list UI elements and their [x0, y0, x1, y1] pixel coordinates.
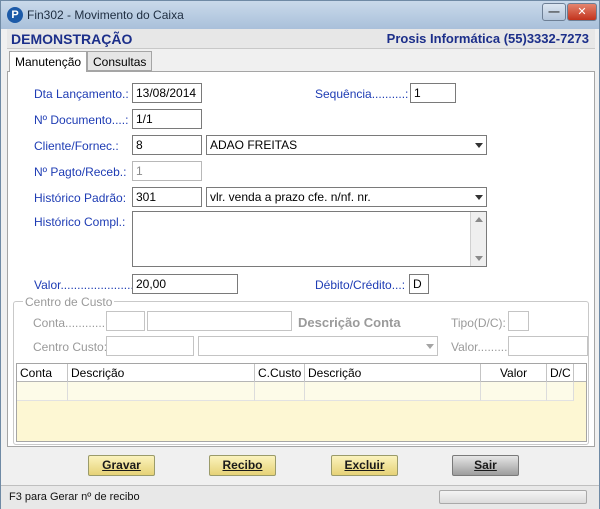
grid-cell[interactable]	[547, 382, 574, 401]
scroll-down-icon[interactable]	[475, 256, 483, 261]
brand-bar: DEMONSTRAÇÃO Prosis Informática (55)3332…	[7, 29, 595, 49]
account-name-field	[147, 311, 292, 331]
history-label: Histórico Padrão:	[34, 191, 127, 205]
tab-manutencao[interactable]: Manutenção	[9, 51, 88, 72]
sequence-field[interactable]: 1	[410, 83, 456, 103]
type-field	[508, 311, 529, 331]
history-code-field[interactable]: 301	[132, 187, 202, 207]
status-bar: F3 para Gerar nº de recibo	[1, 485, 599, 509]
window-title: Fin302 - Movimento do Caixa	[27, 8, 184, 22]
grid-header-conta[interactable]: Conta	[17, 364, 68, 382]
history-compl-label: Histórico Compl.:	[34, 215, 126, 229]
close-button[interactable]: ✕	[567, 3, 597, 21]
textarea-scrollbar[interactable]	[470, 212, 486, 266]
history-select-value: vlr. venda a prazo cfe. n/nf. nr.	[210, 190, 371, 204]
cost-center-label: Centro Custo:	[33, 340, 108, 354]
chevron-down-icon	[475, 143, 483, 148]
vendor-contact: Prosis Informática (55)3332-7273	[386, 31, 589, 46]
grid-header-descricao2[interactable]: Descrição	[305, 364, 481, 382]
delete-button[interactable]: Excluir	[331, 455, 398, 476]
grid-header-valor[interactable]: Valor	[481, 364, 547, 382]
cost-center-code-field	[106, 336, 194, 356]
date-field[interactable]: 13/08/2014	[132, 83, 202, 103]
app-icon: P	[7, 7, 23, 23]
grid-cell[interactable]	[255, 382, 305, 401]
minimize-button[interactable]: —	[542, 3, 566, 21]
cc-value-field	[508, 336, 588, 356]
cost-center-title: Centro de Custo	[23, 295, 115, 309]
grid-header-dc[interactable]: D/C	[547, 364, 574, 382]
type-label: Tipo(D/C):	[451, 316, 506, 330]
title-bar: P Fin302 - Movimento do Caixa — ✕	[1, 1, 599, 29]
history-compl-textarea[interactable]	[132, 211, 487, 267]
value-field[interactable]: 20,00	[132, 274, 238, 294]
scroll-up-icon[interactable]	[475, 217, 483, 222]
debit-credit-field[interactable]: D	[409, 274, 429, 294]
client-select[interactable]: ADAO FREITAS	[206, 135, 487, 155]
client-code-field[interactable]: 8	[132, 135, 202, 155]
date-label: Dta Lançamento.:	[34, 87, 129, 101]
company-label: DEMONSTRAÇÃO	[11, 31, 133, 47]
cost-center-grid[interactable]: Conta Descrição C.Custo Descrição Valor …	[16, 363, 587, 442]
debit-credit-label: Débito/Crédito...:	[315, 278, 406, 292]
grid-header-ccusto[interactable]: C.Custo	[255, 364, 305, 382]
value-label: Valor.......................:	[34, 278, 141, 292]
grid-cell[interactable]	[17, 382, 68, 401]
cc-value-label: Valor.........:	[451, 340, 511, 354]
exit-button[interactable]: Sair	[452, 455, 519, 476]
receipt-button[interactable]: Recibo	[209, 455, 276, 476]
progress-bar	[439, 490, 587, 504]
grid-header: Conta Descrição C.Custo Descrição Valor …	[17, 364, 586, 382]
save-button[interactable]: Gravar	[88, 455, 155, 476]
grid-cell[interactable]	[305, 382, 481, 401]
client-label: Cliente/Fornec.:	[34, 139, 119, 153]
tab-consultas[interactable]: Consultas	[87, 51, 153, 71]
chevron-down-icon	[475, 195, 483, 200]
cost-center-select	[198, 336, 438, 356]
client-select-value: ADAO FREITAS	[210, 138, 298, 152]
payment-field: 1	[132, 161, 202, 181]
history-select[interactable]: vlr. venda a prazo cfe. n/nf. nr.	[206, 187, 487, 207]
document-field[interactable]: 1/1	[132, 109, 202, 129]
grid-header-descricao[interactable]: Descrição	[68, 364, 255, 382]
status-text: F3 para Gerar nº de recibo	[9, 491, 140, 503]
grid-cell[interactable]	[68, 382, 255, 401]
account-code-field	[106, 311, 145, 331]
sequence-label: Sequência..........:	[315, 87, 409, 101]
document-label: Nº Documento....:	[34, 113, 129, 127]
account-description-label: Descrição Conta	[298, 315, 401, 330]
payment-label: Nº Pagto/Receb.:	[34, 165, 127, 179]
account-label: Conta..............:	[33, 316, 116, 330]
chevron-down-icon	[426, 344, 434, 349]
app-window: P Fin302 - Movimento do Caixa — ✕ DEMONS…	[0, 0, 600, 509]
grid-cell[interactable]	[481, 382, 547, 401]
